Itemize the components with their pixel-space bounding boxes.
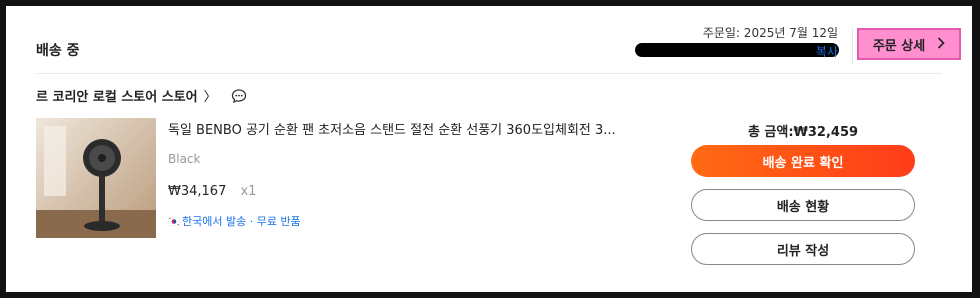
product-quantity: x1 [240, 184, 257, 199]
track-shipment-button[interactable]: 배송 현황 [691, 189, 915, 221]
shipping-note: 한국에서 발송 · 무료 반품 [168, 213, 301, 229]
order-number-redacted [635, 43, 839, 57]
chevron-right-icon: 〉 [203, 90, 217, 105]
product-image[interactable] [36, 118, 156, 238]
section-divider [36, 73, 942, 74]
product-fan-image-icon [36, 118, 156, 238]
order-total: 총 금액:₩32,459 [747, 125, 859, 140]
chevron-right-icon [937, 36, 945, 52]
write-review-button[interactable]: 리뷰 작성 [691, 233, 915, 265]
price-row: ₩34,167 x1 [168, 184, 256, 199]
copy-order-number-link[interactable]: 복사 [816, 43, 838, 60]
order-detail-button[interactable]: 주문 상세 [857, 28, 961, 60]
order-status: 배송 중 [36, 43, 80, 59]
product-price: ₩34,167 [168, 184, 227, 199]
korea-flag-icon [168, 216, 180, 226]
order-detail-label: 주문 상세 [872, 38, 926, 54]
product-title[interactable]: 독일 BENBO 공기 순환 팬 초저소음 스탠드 절전 순환 선풍기 360도… [168, 119, 638, 138]
order-card: 배송 중 주문일: 2025년 7월 12일 복사 주문 상세 르 코리안 로컬… [6, 6, 972, 292]
order-date: 주문일: 2025년 7월 12일 [702, 26, 838, 40]
shipping-note-text: 한국에서 발송 · 무료 반품 [182, 215, 301, 228]
chat-icon[interactable] [231, 88, 247, 104]
header-divider [852, 28, 853, 64]
store-link[interactable]: 르 코리안 로컬 스토어 스토어 〉 [36, 86, 247, 105]
product-option: Black [168, 152, 201, 166]
confirm-delivery-button[interactable]: 배송 완료 확인 [691, 145, 915, 177]
store-name: 르 코리안 로컬 스토어 스토어 [36, 90, 198, 105]
